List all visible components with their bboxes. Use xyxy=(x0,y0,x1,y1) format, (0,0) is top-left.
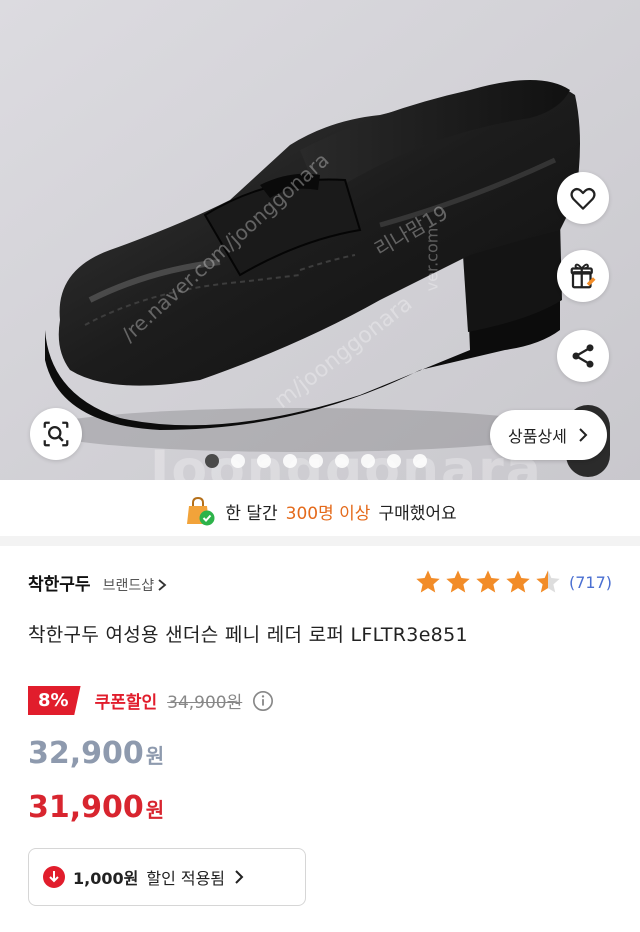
applied-discount-amount: 1,000원 xyxy=(73,869,139,888)
product-image-carousel[interactable]: Joonggonara /re.naver.com/joonggonara 리나… xyxy=(0,0,640,480)
carousel-indicator xyxy=(205,454,427,468)
discount-row: 8% 쿠폰할인 34,900원 xyxy=(28,686,274,715)
star-full-icon xyxy=(446,570,470,593)
coupon-discount-label: 쿠폰할인 xyxy=(94,693,158,713)
carousel-dot[interactable] xyxy=(205,454,219,468)
won-unit: 원 xyxy=(145,798,165,822)
review-count[interactable]: (717) xyxy=(569,573,612,592)
image-search-button[interactable] xyxy=(30,408,82,460)
banner-highlight: 300명 이상 xyxy=(285,503,371,524)
product-detail-button[interactable]: 상품상세 xyxy=(490,410,607,460)
original-price: 34,900원 xyxy=(167,693,243,713)
brand-name[interactable]: 착한구두 xyxy=(28,570,91,595)
section-divider xyxy=(0,536,640,546)
carousel-dot[interactable] xyxy=(257,454,271,468)
brand-shop-label: 브랜드샵 xyxy=(102,577,155,594)
chevron-right-icon xyxy=(235,870,244,884)
final-price: 31,900 원 xyxy=(28,790,164,825)
share-button[interactable] xyxy=(557,330,609,382)
wishlist-button[interactable] xyxy=(557,172,609,224)
star-full-icon xyxy=(416,570,440,593)
carousel-dot[interactable] xyxy=(283,454,297,468)
won-unit: 원 xyxy=(145,744,165,768)
star-half-icon xyxy=(536,570,560,593)
gift-icon xyxy=(570,263,596,289)
applied-discount-button[interactable]: 1,000원 할인 적용됨 xyxy=(28,848,306,906)
gift-button[interactable] xyxy=(557,250,609,302)
rating-stars xyxy=(413,568,563,596)
discounted-price-value: 32,900 xyxy=(28,736,144,771)
carousel-dot[interactable] xyxy=(387,454,401,468)
chevron-right-icon xyxy=(579,428,588,442)
applied-discount-text: 할인 적용됨 xyxy=(146,869,226,888)
share-icon xyxy=(572,344,594,368)
product-title: 착한구두 여성용 샌더슨 페니 레더 로퍼 LFLTR3e851 xyxy=(28,624,468,646)
lens-search-icon xyxy=(43,421,69,447)
product-detail-label: 상품상세 xyxy=(508,427,567,446)
chevron-right-icon xyxy=(158,578,167,591)
star-full-icon xyxy=(506,570,530,593)
heart-icon xyxy=(570,187,596,210)
info-icon[interactable] xyxy=(252,690,274,712)
carousel-dot[interactable] xyxy=(335,454,349,468)
carousel-dot[interactable] xyxy=(309,454,323,468)
discount-percent-badge: 8% xyxy=(28,686,81,715)
banner-prefix: 한 달간 xyxy=(225,503,278,524)
brand-shop-link[interactable]: 브랜드샵 xyxy=(103,575,168,595)
final-price-value: 31,900 xyxy=(28,790,144,825)
rating-summary[interactable]: (717) xyxy=(413,568,612,596)
product-photo xyxy=(0,0,640,480)
discounted-price: 32,900 원 xyxy=(28,736,164,771)
purchase-count-banner: 한 달간 300명 이상 구매했어요 xyxy=(0,486,640,536)
down-arrow-icon xyxy=(43,866,65,888)
carousel-dot[interactable] xyxy=(361,454,375,468)
banner-suffix: 구매했어요 xyxy=(378,503,457,524)
shopping-bag-check-icon xyxy=(187,496,215,526)
carousel-dot[interactable] xyxy=(413,454,427,468)
carousel-dot[interactable] xyxy=(231,454,245,468)
brand-row: 착한구두 브랜드샵 (717) xyxy=(28,564,612,600)
star-full-icon xyxy=(476,570,500,593)
brand-link[interactable]: 착한구두 브랜드샵 xyxy=(28,570,167,595)
